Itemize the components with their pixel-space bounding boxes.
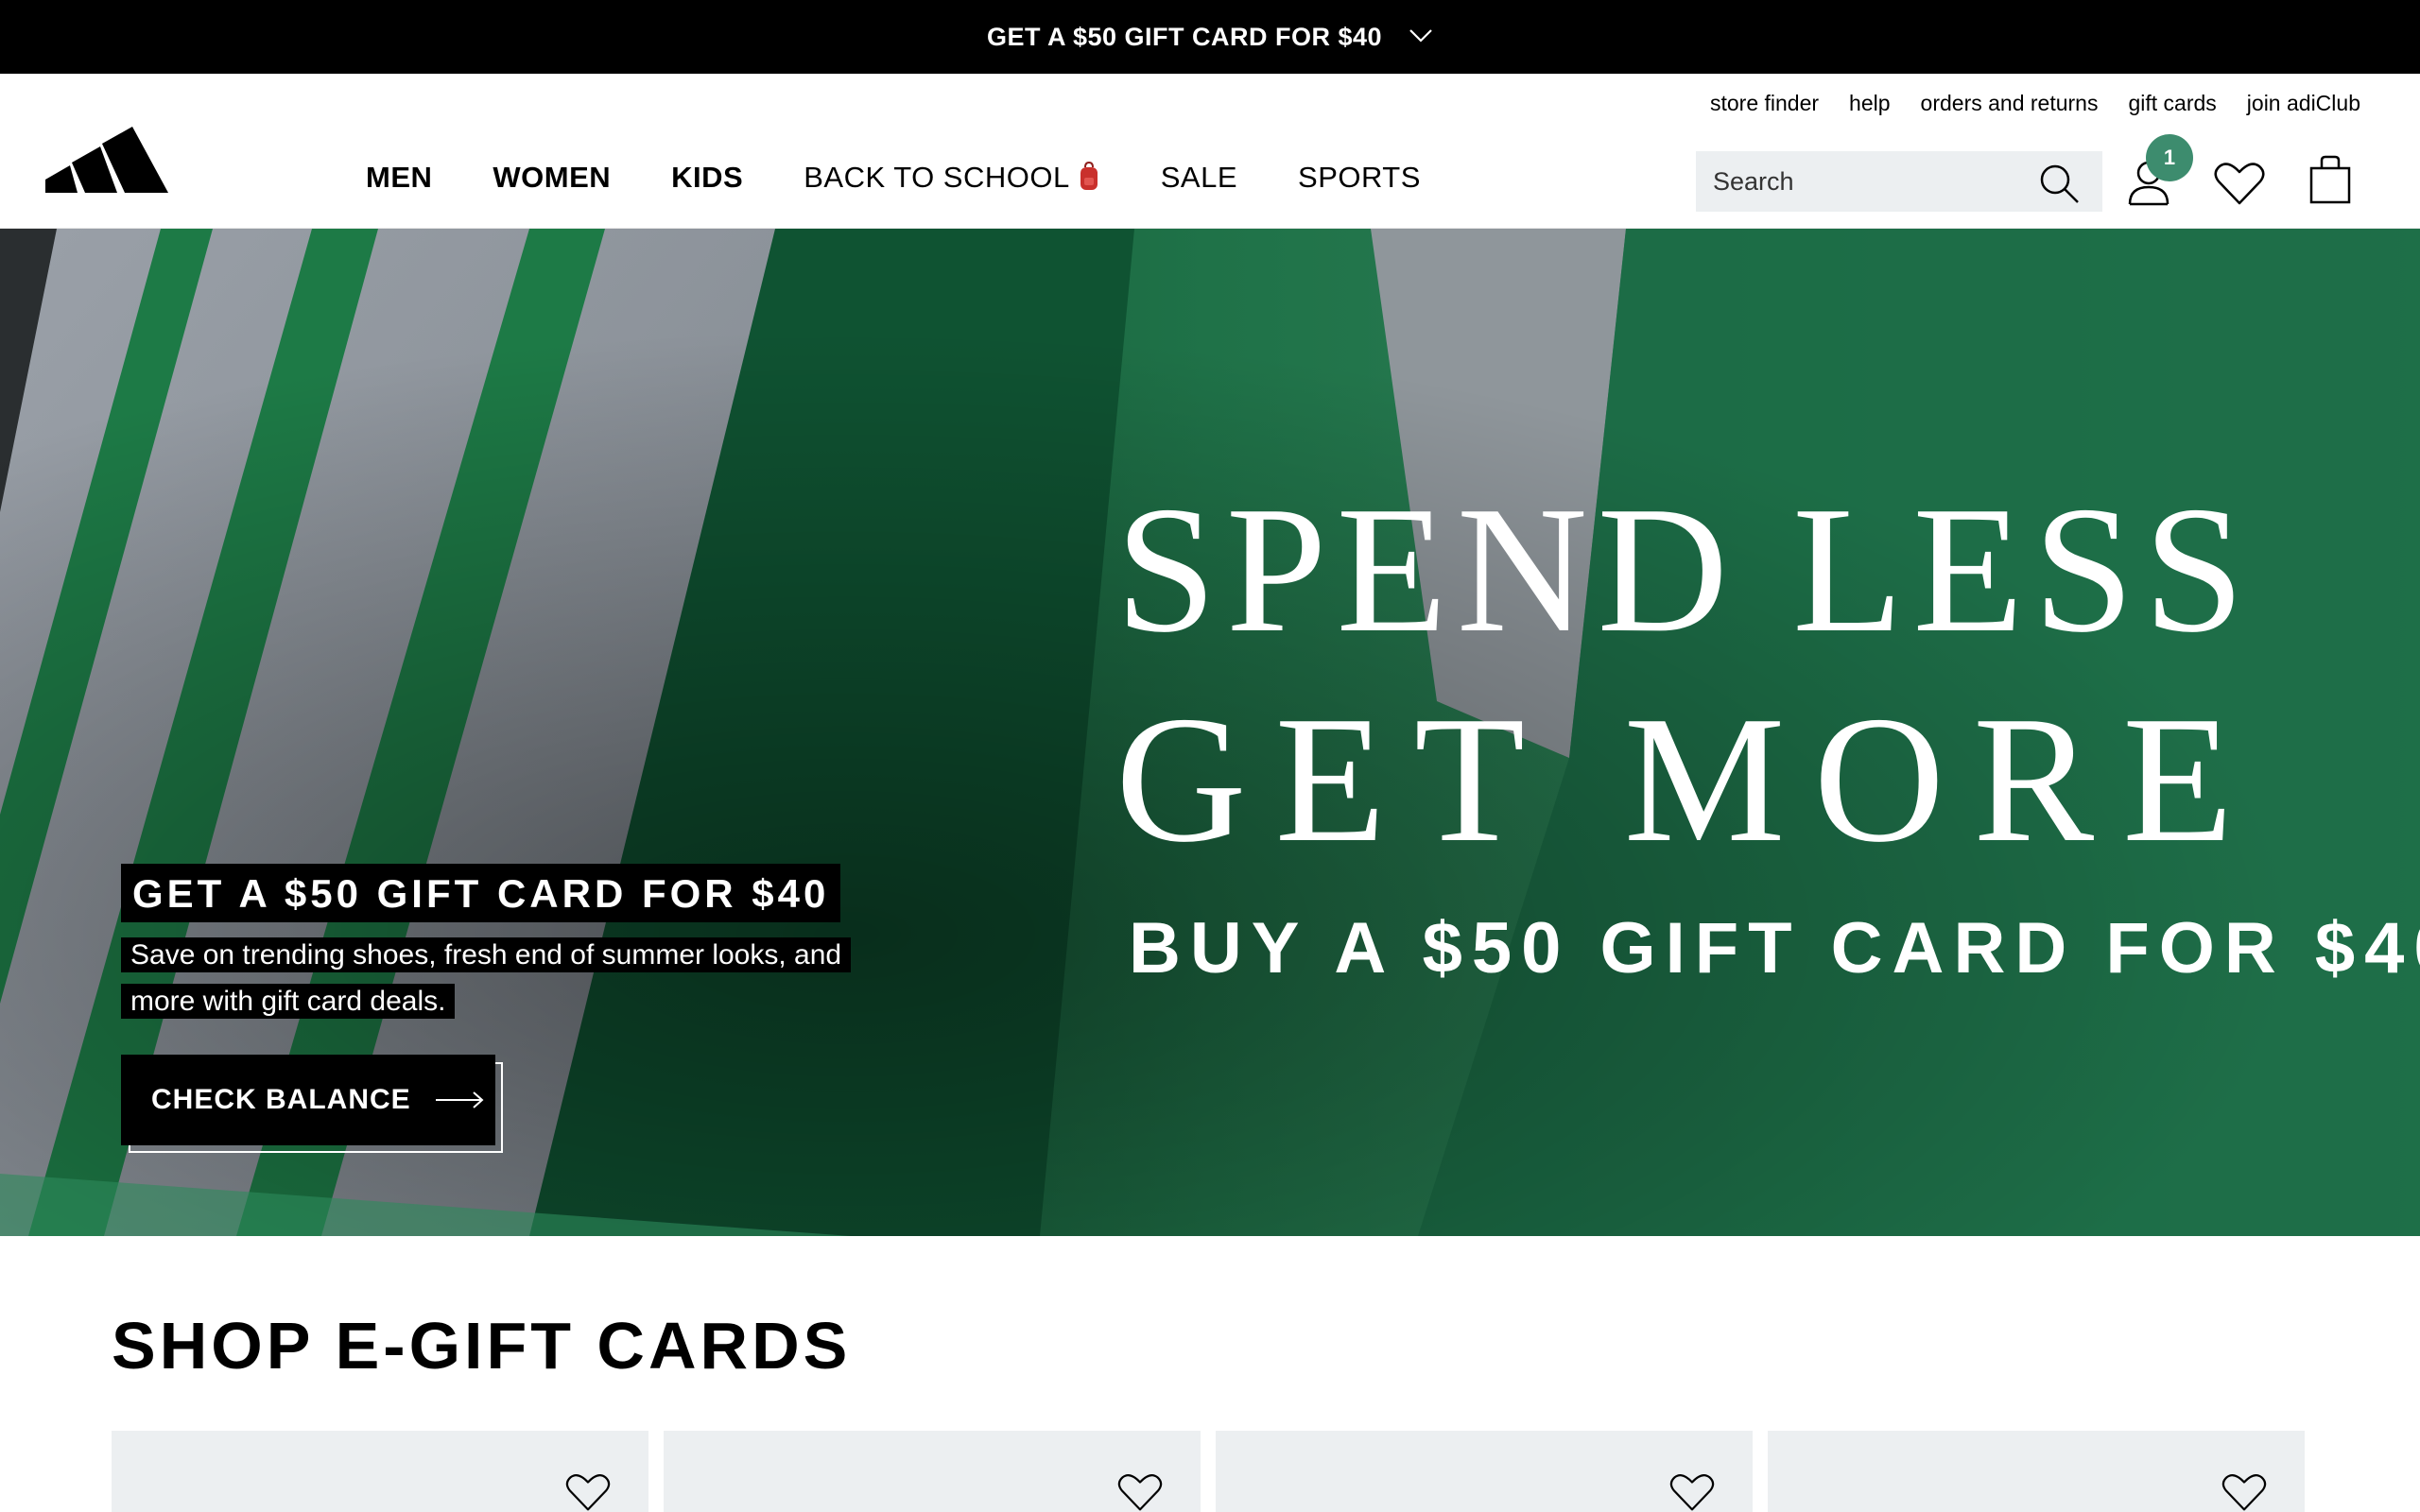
adidas-logo[interactable] bbox=[45, 115, 168, 195]
util-orders-returns[interactable]: orders and returns bbox=[1921, 91, 2099, 116]
util-gift-cards[interactable]: gift cards bbox=[2128, 91, 2216, 116]
nav-sale[interactable]: SALE bbox=[1161, 161, 1237, 195]
arrow-right-icon bbox=[435, 1091, 484, 1108]
check-balance-button-wrap: CHECK BALANCE bbox=[121, 1055, 503, 1153]
hero-title-line1: SPEND LESS bbox=[1115, 469, 2255, 670]
nav-men[interactable]: MEN bbox=[366, 161, 432, 195]
site-header: store finder help orders and returns gif… bbox=[0, 74, 2420, 229]
search-input[interactable] bbox=[1713, 166, 2015, 197]
shop-egift-cards-title: SHOP E-GIFT CARDS bbox=[112, 1309, 852, 1383]
gift-card-tile[interactable] bbox=[112, 1431, 648, 1512]
hero-title: SPEND LESS GET MORE bbox=[1115, 465, 2307, 885]
hero-card-description-wrap: Save on trending shoes, fresh end of sum… bbox=[121, 932, 896, 1024]
account-badge: 1 bbox=[2146, 134, 2193, 181]
hero-banner[interactable]: SPEND LESS GET MORE BUY A $50 GIFT CARD … bbox=[0, 229, 2420, 1236]
gift-card-tiles bbox=[112, 1431, 2305, 1512]
chevron-down-icon[interactable] bbox=[1409, 23, 1433, 47]
backpack-icon bbox=[1080, 161, 1098, 190]
nav-back-to-school[interactable]: BACK TO SCHOOL bbox=[804, 161, 1100, 195]
nav-women[interactable]: WOMEN bbox=[493, 161, 611, 195]
nav-sports[interactable]: SPORTS bbox=[1298, 161, 1421, 195]
util-join-adiclub[interactable]: join adiClub bbox=[2247, 91, 2360, 116]
search-icon[interactable] bbox=[2038, 163, 2080, 204]
hero-subtitle: BUY A $50 GIFT CARD FOR $40 bbox=[1129, 908, 2420, 988]
hero-title-line2: GET MORE bbox=[1115, 679, 2262, 880]
shopping-bag-icon[interactable] bbox=[2308, 155, 2352, 204]
hero-card-description: Save on trending shoes, fresh end of sum… bbox=[121, 937, 852, 1019]
nav-kids[interactable]: KIDS bbox=[671, 161, 743, 195]
main-nav: MEN WOMEN KIDS BACK TO SCHOOL SALE SPORT… bbox=[366, 161, 1481, 195]
gift-card-tile[interactable] bbox=[1768, 1431, 2305, 1512]
hero-card-heading: GET A $50 GIFT CARD FOR $40 bbox=[121, 864, 841, 922]
gift-card-tile[interactable] bbox=[1216, 1431, 1753, 1512]
heart-icon[interactable] bbox=[565, 1472, 611, 1512]
nav-back-to-school-label: BACK TO SCHOOL bbox=[804, 161, 1070, 194]
wishlist-heart-icon[interactable] bbox=[2214, 161, 2265, 206]
promo-text: GET A $50 GIFT CARD FOR $40 bbox=[986, 22, 1383, 51]
check-balance-button[interactable]: CHECK BALANCE bbox=[121, 1055, 495, 1145]
heart-icon[interactable] bbox=[1117, 1472, 1163, 1512]
check-balance-label: CHECK BALANCE bbox=[151, 1084, 411, 1115]
util-store-finder[interactable]: store finder bbox=[1710, 91, 1819, 116]
gift-card-tile[interactable] bbox=[664, 1431, 1201, 1512]
utility-links: store finder help orders and returns gif… bbox=[1710, 91, 2360, 116]
search-box bbox=[1696, 151, 2102, 212]
util-help[interactable]: help bbox=[1849, 91, 1890, 116]
promo-bar[interactable]: GET A $50 GIFT CARD FOR $40 bbox=[0, 0, 2420, 74]
heart-icon[interactable] bbox=[2221, 1472, 2267, 1512]
heart-icon[interactable] bbox=[1669, 1472, 1715, 1512]
